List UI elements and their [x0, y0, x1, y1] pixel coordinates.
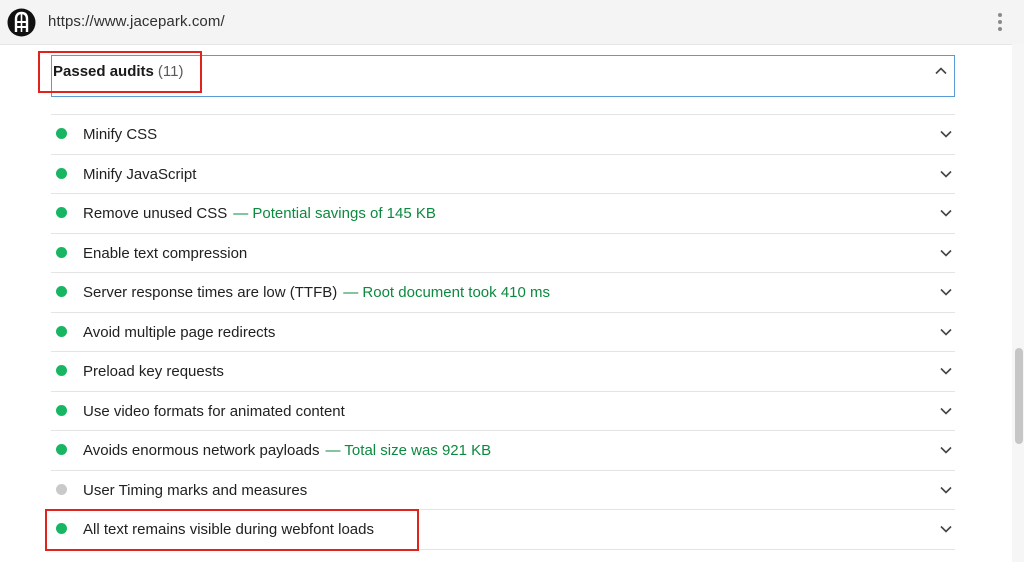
- pass-status-icon: [56, 365, 67, 376]
- pass-status-icon: [56, 325, 67, 337]
- address-bar: https://www.jacepark.com/: [0, 0, 1024, 45]
- audit-title-text: Server response times are low (TTFB): [83, 284, 338, 301]
- pass-status-icon: [56, 128, 67, 139]
- audit-title-text: Preload key requests: [83, 363, 224, 380]
- info-status-icon: [56, 483, 67, 495]
- pass-status-icon: [56, 286, 67, 297]
- audit-title: Use video formats for animated content: [83, 403, 345, 420]
- chevron-down-icon[interactable]: [939, 483, 953, 497]
- audit-detail-text: — Potential savings of 145 KB: [233, 205, 436, 222]
- pass-status-icon: [56, 523, 67, 534]
- passed-audits-title: Passed audits (11): [53, 63, 183, 80]
- audit-row[interactable]: Minify JavaScript: [51, 155, 955, 194]
- chevron-down-icon[interactable]: [939, 206, 953, 220]
- audit-detail-text: — Total size was 921 KB: [325, 442, 492, 459]
- audit-row[interactable]: Remove unused CSS — Potential savings of …: [51, 194, 955, 234]
- audit-title-text: Minify CSS: [83, 126, 158, 143]
- audit-list: Minify CSS Minify JavaScript Remove unused…: [51, 114, 955, 550]
- chevron-down-icon[interactable]: [939, 443, 953, 457]
- audit-title-text: Enable text compression: [83, 244, 248, 262]
- chevron-down-icon[interactable]: [939, 167, 953, 181]
- audit-row[interactable]: Server response times are low (TTFB) — Ro…: [51, 273, 955, 313]
- chevron-down-icon[interactable]: [939, 404, 953, 418]
- audit-title-text: Use video formats for animated content: [83, 402, 345, 420]
- audit-title: All text remains visible during webfont …: [83, 521, 374, 538]
- passed-audits-header[interactable]: Passed audits (11): [51, 55, 955, 97]
- pass-status-icon: [56, 246, 67, 258]
- passed-audits-count: (11): [157, 63, 184, 80]
- audit-title: Enable text compression: [83, 245, 247, 262]
- audit-row[interactable]: Use video formats for animated content: [51, 392, 955, 431]
- audit-row[interactable]: Avoid multiple page redirects: [51, 313, 955, 352]
- chevron-down-icon[interactable]: [939, 364, 953, 378]
- kebab-menu-icon[interactable]: [992, 11, 1008, 35]
- audit-row[interactable]: User Timing marks and measures: [51, 471, 955, 510]
- audit-title: Minify JavaScript: [83, 166, 196, 183]
- audit-row[interactable]: Avoids enormous network payloads — Total …: [51, 431, 955, 471]
- pass-status-icon: [56, 167, 67, 179]
- audit-row[interactable]: Minify CSS: [51, 115, 955, 155]
- audit-row[interactable]: Preload key requests: [51, 352, 955, 392]
- audit-title-text: Remove unused CSS: [83, 205, 228, 222]
- chevron-down-icon[interactable]: [939, 246, 953, 260]
- audit-detail-text: — Root document took 410 ms: [343, 284, 551, 301]
- scrollbar-track[interactable]: [1012, 44, 1024, 562]
- pass-status-icon: [56, 207, 67, 218]
- url-text[interactable]: https://www.jacepark.com/: [48, 13, 225, 30]
- audit-title-text: Minify JavaScript: [83, 165, 197, 183]
- audit-title: Remove unused CSS — Potential savings of …: [83, 205, 436, 222]
- audit-title: Server response times are low (TTFB) — Ro…: [83, 284, 550, 301]
- audit-row[interactable]: All text remains visible during webfont …: [51, 510, 955, 550]
- chevron-up-icon[interactable]: [934, 64, 948, 78]
- passed-audits-label: Passed audits: [53, 63, 154, 80]
- audit-title-text: All text remains visible during webfont …: [83, 521, 374, 538]
- audit-title: Avoid multiple page redirects: [83, 324, 275, 341]
- audit-title-text: Avoids enormous network payloads: [83, 442, 320, 459]
- chevron-down-icon[interactable]: [939, 522, 953, 536]
- audit-title: Avoids enormous network payloads — Total …: [83, 442, 491, 459]
- audit-title: Preload key requests: [83, 363, 224, 380]
- jacepark-logo-icon: [7, 8, 36, 37]
- scrollbar-thumb[interactable]: [1015, 348, 1023, 444]
- pass-status-icon: [56, 404, 67, 416]
- chevron-down-icon[interactable]: [939, 325, 953, 339]
- audit-title: Minify CSS: [83, 126, 157, 143]
- audit-title: User Timing marks and measures: [83, 482, 307, 499]
- audit-row[interactable]: Enable text compression: [51, 234, 955, 273]
- pass-status-icon: [56, 444, 67, 455]
- chevron-down-icon[interactable]: [939, 285, 953, 299]
- chevron-down-icon[interactable]: [939, 127, 953, 141]
- audit-title-text: User Timing marks and measures: [83, 481, 308, 499]
- audit-title-text: Avoid multiple page redirects: [83, 323, 276, 341]
